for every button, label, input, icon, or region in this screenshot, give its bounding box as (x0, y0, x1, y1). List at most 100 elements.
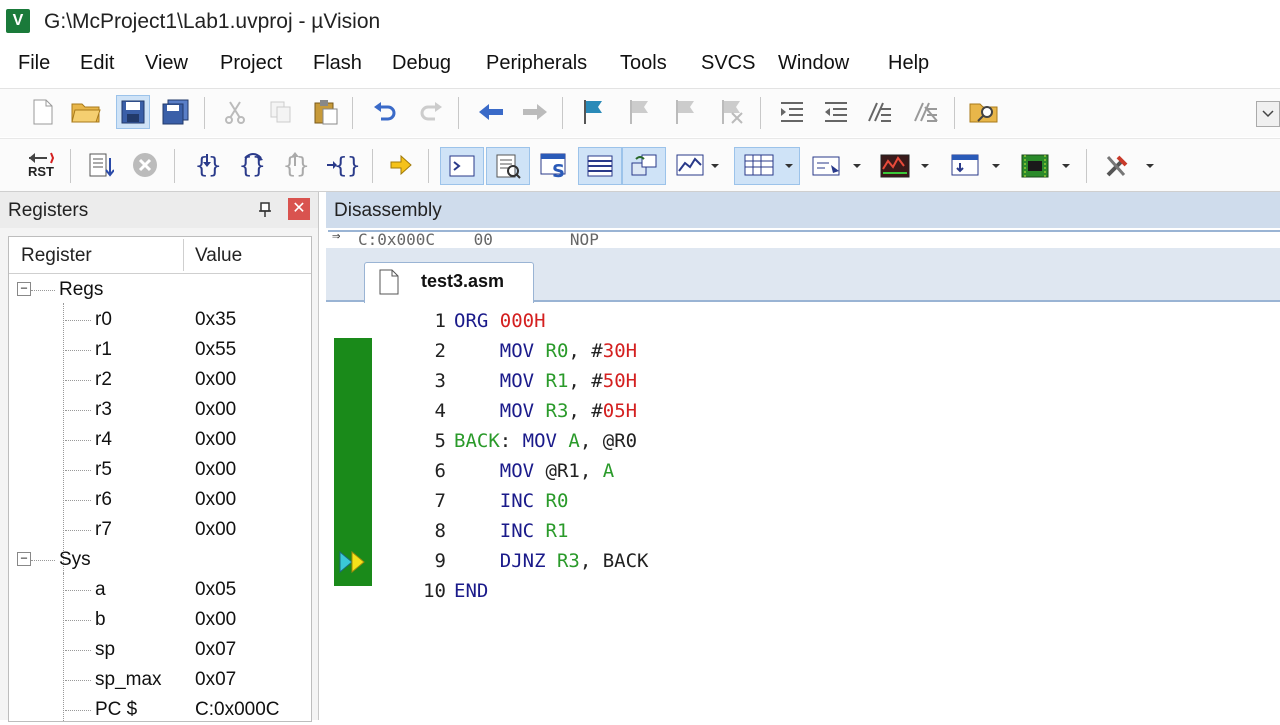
menu-edit[interactable]: Edit (80, 52, 114, 75)
copy-icon[interactable] (266, 97, 296, 127)
disassembly-view[interactable]: ⇒ C:0x000C 00 NOP (328, 230, 1280, 248)
call-stack-window-icon[interactable] (622, 147, 666, 185)
code-line[interactable]: INC R1 (454, 520, 569, 542)
register-row[interactable]: PC $ C:0x000C (9, 695, 311, 725)
menu-help[interactable]: Help (888, 52, 929, 75)
code-line[interactable]: BACK: MOV A, @R0 (454, 430, 637, 452)
show-next-statement-icon[interactable] (384, 149, 418, 181)
memory-window-dropdown[interactable] (734, 147, 800, 185)
menu-tools[interactable]: Tools (620, 52, 667, 75)
register-row[interactable]: r3 0x00 (9, 395, 311, 425)
stop-icon[interactable] (128, 149, 162, 181)
code-line[interactable]: DJNZ R3, BACK (454, 550, 649, 572)
register-row[interactable]: r1 0x55 (9, 335, 311, 365)
collapse-icon[interactable]: − (17, 282, 31, 296)
register-row[interactable]: r0 0x35 (9, 305, 311, 335)
register-value[interactable]: 0x00 (195, 609, 236, 631)
watch-window-dropdown[interactable] (670, 147, 726, 185)
register-group-regs[interactable]: − Regs (9, 275, 311, 305)
register-row[interactable]: a 0x05 (9, 575, 311, 605)
bookmark-clear-icon[interactable] (716, 97, 748, 127)
command-window-icon[interactable] (440, 147, 484, 185)
navigate-forward-icon[interactable] (518, 97, 552, 127)
code-line[interactable]: INC R0 (454, 490, 569, 512)
menu-peripherals[interactable]: Peripherals (486, 52, 587, 75)
menu-svcs[interactable]: SVCS (701, 52, 755, 75)
register-value[interactable]: 0x35 (195, 309, 236, 331)
serial-window-dropdown[interactable] (808, 147, 864, 185)
register-row[interactable]: sp 0x07 (9, 635, 311, 665)
menu-file[interactable]: File (18, 52, 50, 75)
register-row[interactable]: r5 0x00 (9, 455, 311, 485)
register-value[interactable]: 0x55 (195, 339, 236, 361)
register-value[interactable]: 0x00 (195, 459, 236, 481)
unindent-icon[interactable] (820, 97, 852, 127)
toolbox-dropdown[interactable] (1098, 147, 1158, 185)
open-folder-icon[interactable] (70, 97, 102, 127)
menu-window[interactable]: Window (778, 52, 849, 75)
new-file-icon[interactable] (28, 97, 58, 127)
register-row[interactable]: sp_max 0x07 (9, 665, 311, 695)
register-row[interactable]: r7 0x00 (9, 515, 311, 545)
code-line[interactable]: MOV R0, #30H (454, 340, 637, 362)
indent-icon[interactable] (776, 97, 808, 127)
cut-icon[interactable] (220, 97, 250, 127)
tab-test3-asm[interactable]: test3.asm (364, 262, 534, 303)
uncomment-icon[interactable] (910, 97, 942, 127)
register-value[interactable]: 0x05 (195, 579, 236, 601)
register-value[interactable]: 0x07 (195, 669, 236, 691)
system-viewer-dropdown[interactable] (1014, 147, 1074, 185)
step-into-icon[interactable]: {} (190, 149, 226, 181)
menu-flash[interactable]: Flash (313, 52, 362, 75)
register-row[interactable]: r2 0x00 (9, 365, 311, 395)
register-value[interactable]: 0x00 (195, 369, 236, 391)
registers-window-icon[interactable] (578, 147, 622, 185)
menu-debug[interactable]: Debug (392, 52, 451, 75)
menu-view[interactable]: View (145, 52, 188, 75)
register-column-header[interactable]: Register (21, 245, 92, 267)
value-column-header[interactable]: Value (195, 245, 242, 267)
pin-icon[interactable] (258, 202, 272, 223)
code-line[interactable]: END (454, 580, 488, 602)
disassembly-window-icon[interactable] (486, 147, 530, 185)
run-to-cursor-icon[interactable]: {} (324, 149, 362, 181)
collapse-icon[interactable]: − (17, 552, 31, 566)
toolbar-overflow-button[interactable] (1256, 101, 1280, 127)
code-editor[interactable]: 1 ORG 000H 2 MOV R0, #30H 3 MOV R1, #50H 4 M… (334, 306, 1280, 720)
register-value[interactable]: C:0x000C (195, 699, 280, 721)
undo-icon[interactable] (370, 97, 400, 127)
run-icon[interactable] (84, 149, 118, 181)
menu-project[interactable]: Project (220, 52, 282, 75)
save-icon[interactable] (116, 95, 150, 129)
register-value[interactable]: 0x00 (195, 489, 236, 511)
code-line[interactable]: MOV @R1, A (454, 460, 614, 482)
register-group-sys[interactable]: − Sys (9, 545, 311, 575)
reset-button[interactable]: RST (22, 147, 60, 183)
column-divider[interactable] (183, 239, 184, 271)
register-row[interactable]: r4 0x00 (9, 425, 311, 455)
analysis-window-dropdown[interactable] (876, 147, 932, 185)
save-all-icon[interactable] (160, 97, 192, 127)
register-value[interactable]: 0x07 (195, 639, 236, 661)
find-in-files-icon[interactable] (968, 97, 1000, 127)
close-icon[interactable]: ✕ (288, 198, 310, 220)
bookmark-next-icon[interactable] (670, 97, 702, 127)
step-out-icon[interactable]: {} (278, 149, 314, 181)
register-value[interactable]: 0x00 (195, 399, 236, 421)
symbols-window-icon[interactable]: S (532, 147, 576, 185)
register-row[interactable]: r6 0x00 (9, 485, 311, 515)
bookmark-prev-icon[interactable] (624, 97, 656, 127)
code-line[interactable]: MOV R1, #50H (454, 370, 637, 392)
comment-icon[interactable] (864, 97, 896, 127)
bookmark-insert-icon[interactable] (578, 97, 610, 127)
code-line[interactable]: ORG 000H (454, 310, 546, 332)
register-row[interactable]: b 0x00 (9, 605, 311, 635)
code-line[interactable]: MOV R3, #05H (454, 400, 637, 422)
register-value[interactable]: 0x00 (195, 519, 236, 541)
step-over-icon[interactable]: {} (234, 149, 270, 181)
paste-icon[interactable] (310, 97, 342, 127)
navigate-back-icon[interactable] (474, 97, 508, 127)
register-value[interactable]: 0x00 (195, 429, 236, 451)
redo-icon[interactable] (416, 97, 446, 127)
trace-window-dropdown[interactable] (944, 147, 1004, 185)
